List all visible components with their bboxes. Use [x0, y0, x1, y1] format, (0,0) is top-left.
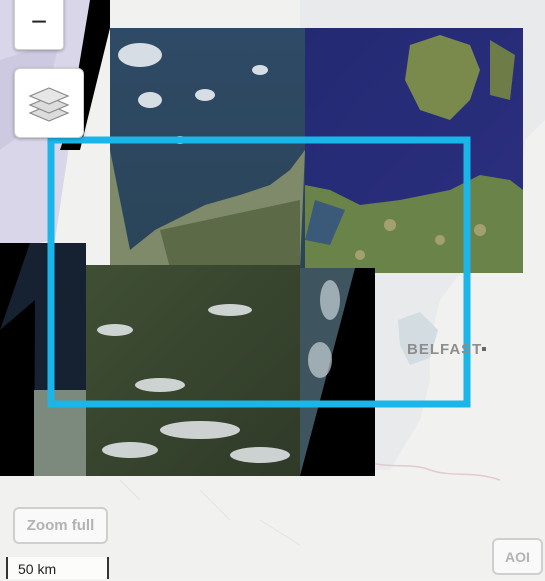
scale-label: 50 km — [18, 561, 57, 577]
aoi-button[interactable]: AOI — [492, 538, 543, 575]
aoi-label: AOI — [505, 548, 530, 565]
city-label-belfast: BELFAST — [407, 341, 483, 358]
zoom-full-label: Zoom full — [26, 517, 95, 534]
layers-button[interactable] — [14, 68, 84, 138]
layers-stack-icon — [28, 87, 70, 122]
zoom-out-button[interactable]: − — [14, 0, 64, 50]
city-marker — [482, 347, 486, 351]
zoom-full-button[interactable]: Zoom full — [13, 507, 108, 544]
nodata-west-lower — [0, 300, 35, 476]
zoom-out-label: − — [30, 6, 48, 37]
scale-bar: 50 km — [6, 557, 109, 579]
